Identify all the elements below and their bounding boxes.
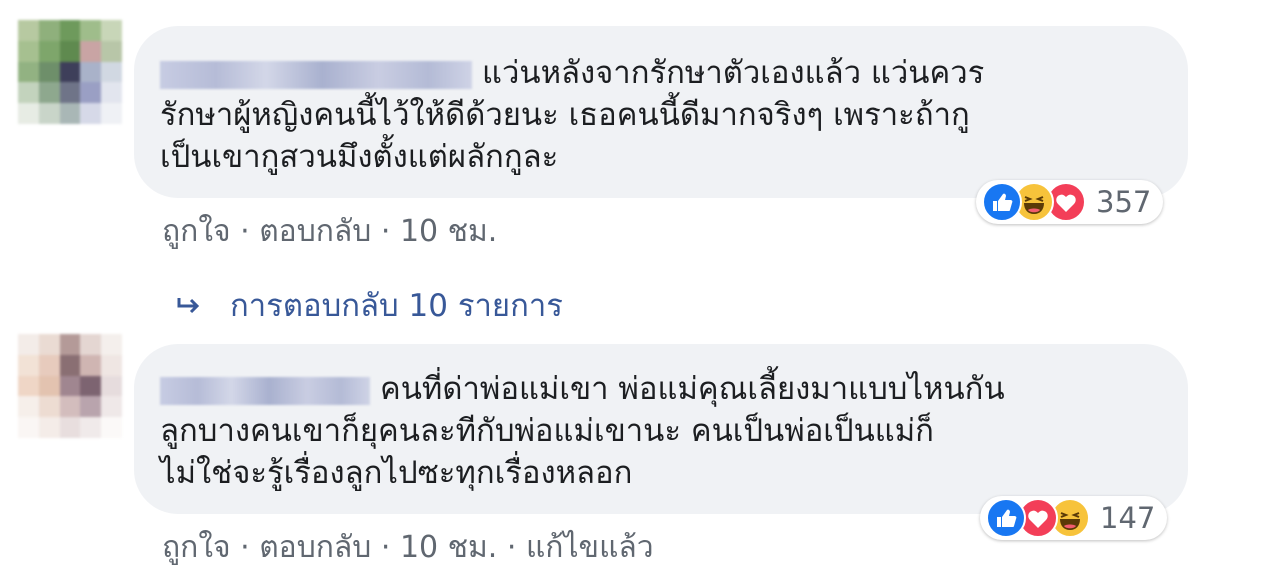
avatar-pixel <box>59 40 81 62</box>
comment-actions: ถูกใจ · ตอบกลับ · 10 ชม. · แก้ไขแล้ว <box>162 524 654 571</box>
reaction-summary[interactable]: 147 <box>980 496 1168 540</box>
avatar-pixel <box>80 417 102 438</box>
avatar-pixel <box>80 375 102 397</box>
avatar-pixel <box>59 61 81 83</box>
avatar-pixel <box>101 40 122 62</box>
separator-dot: · <box>240 214 260 249</box>
avatar-pixel <box>38 375 60 397</box>
commenter-name-blurred[interactable] <box>160 376 370 405</box>
avatar-pixel <box>38 354 60 376</box>
like-icon <box>982 182 1022 222</box>
avatar-pixel <box>80 334 102 355</box>
commenter-name-blurred[interactable] <box>160 60 472 89</box>
avatar-pixel <box>80 82 102 104</box>
avatar-pixel <box>59 396 81 418</box>
avatar-pixel <box>38 417 60 438</box>
avatar-pixel <box>101 396 122 418</box>
avatar-pixel <box>18 82 39 104</box>
separator-dot: · <box>380 530 400 565</box>
avatar-pixel <box>80 61 102 83</box>
avatar-pixel <box>59 334 81 355</box>
separator-dot: · <box>240 530 260 565</box>
view-replies-label: การตอบกลับ 10 รายการ <box>230 288 563 324</box>
avatar-pixel <box>101 82 122 104</box>
comment-line: ลูกบางคนเขาก็ยุคนละทีกับพ่อแม่เขานะ คนเป… <box>160 413 934 449</box>
reply-button[interactable]: ตอบกลับ <box>259 530 371 565</box>
view-replies-link[interactable]: การตอบกลับ 10 รายการ <box>176 280 563 330</box>
reply-button[interactable]: ตอบกลับ <box>259 214 371 249</box>
avatar-pixel <box>80 103 102 124</box>
comment-text: คนที่ด่าพ่อแม่เขา พ่อแม่คุณเลี้ยงมาแบบไห… <box>160 368 1005 494</box>
avatar-pixel <box>18 396 39 418</box>
avatar-pixel <box>59 82 81 104</box>
avatar-pixel <box>80 396 102 418</box>
commenter-avatar[interactable] <box>18 334 122 438</box>
avatar-pixel <box>38 103 60 124</box>
avatar-pixel <box>18 40 39 62</box>
separator-dot: · <box>380 214 400 249</box>
avatar-pixel <box>38 334 60 355</box>
avatar-pixel <box>101 354 122 376</box>
comment-line: ไม่ใช่จะรู้เรื่องลูกไปซะทุกเรื่องหลอก <box>160 455 633 491</box>
comment-line: รักษาผู้หญิงคนนี้ไว้ให้ดีด้วยนะ เธอคนนี้… <box>160 97 970 133</box>
avatar-pixel <box>38 61 60 83</box>
avatar-pixel <box>18 334 39 355</box>
reaction-summary[interactable]: 357 <box>976 180 1164 224</box>
avatar-pixel <box>38 82 60 104</box>
avatar-pixel <box>59 375 81 397</box>
commenter-avatar[interactable] <box>18 20 122 124</box>
edited-label: แก้ไขแล้ว <box>525 530 654 565</box>
like-icon <box>986 498 1026 538</box>
avatar-pixel <box>59 103 81 124</box>
reply-arrow-icon <box>176 288 202 324</box>
avatar-pixel <box>38 40 60 62</box>
avatar-pixel <box>101 417 122 438</box>
avatar-pixel <box>18 103 39 124</box>
avatar-pixel <box>59 417 81 438</box>
comment-line: เป็นเขากูสวนมึงตั้งแต่ผลักกูละ <box>160 139 559 175</box>
reaction-count: 147 <box>1100 501 1156 535</box>
avatar-pixel <box>59 20 81 41</box>
avatar-pixel <box>101 61 122 83</box>
avatar-pixel <box>18 61 39 83</box>
timestamp-link[interactable]: 10 ชม. <box>400 214 497 249</box>
comment-line: แว่นหลังจากรักษาตัวเองแล้ว แว่นควร <box>160 52 984 94</box>
avatar-pixel <box>101 334 122 355</box>
timestamp-link[interactable]: 10 ชม. <box>400 530 497 565</box>
avatar-pixel <box>101 103 122 124</box>
like-button[interactable]: ถูกใจ <box>162 214 231 249</box>
avatar-pixel <box>101 20 122 41</box>
avatar-pixel <box>18 417 39 438</box>
avatar-pixel <box>80 354 102 376</box>
reaction-count: 357 <box>1096 185 1152 219</box>
avatar-pixel <box>18 20 39 41</box>
avatar-pixel <box>101 375 122 397</box>
avatar-pixel <box>38 396 60 418</box>
comment-text: แว่นหลังจากรักษาตัวเองแล้ว แว่นควร รักษา… <box>160 52 984 178</box>
avatar-pixel <box>80 40 102 62</box>
avatar-pixel <box>59 354 81 376</box>
avatar-pixel <box>38 20 60 41</box>
like-button[interactable]: ถูกใจ <box>162 530 231 565</box>
comment-line: คนที่ด่าพ่อแม่เขา พ่อแม่คุณเลี้ยงมาแบบไห… <box>160 368 1005 410</box>
avatar-pixel <box>18 375 39 397</box>
avatar-pixel <box>80 20 102 41</box>
avatar-pixel <box>18 354 39 376</box>
separator-dot: · <box>506 530 526 565</box>
comment-actions: ถูกใจ · ตอบกลับ · 10 ชม. <box>162 208 497 255</box>
